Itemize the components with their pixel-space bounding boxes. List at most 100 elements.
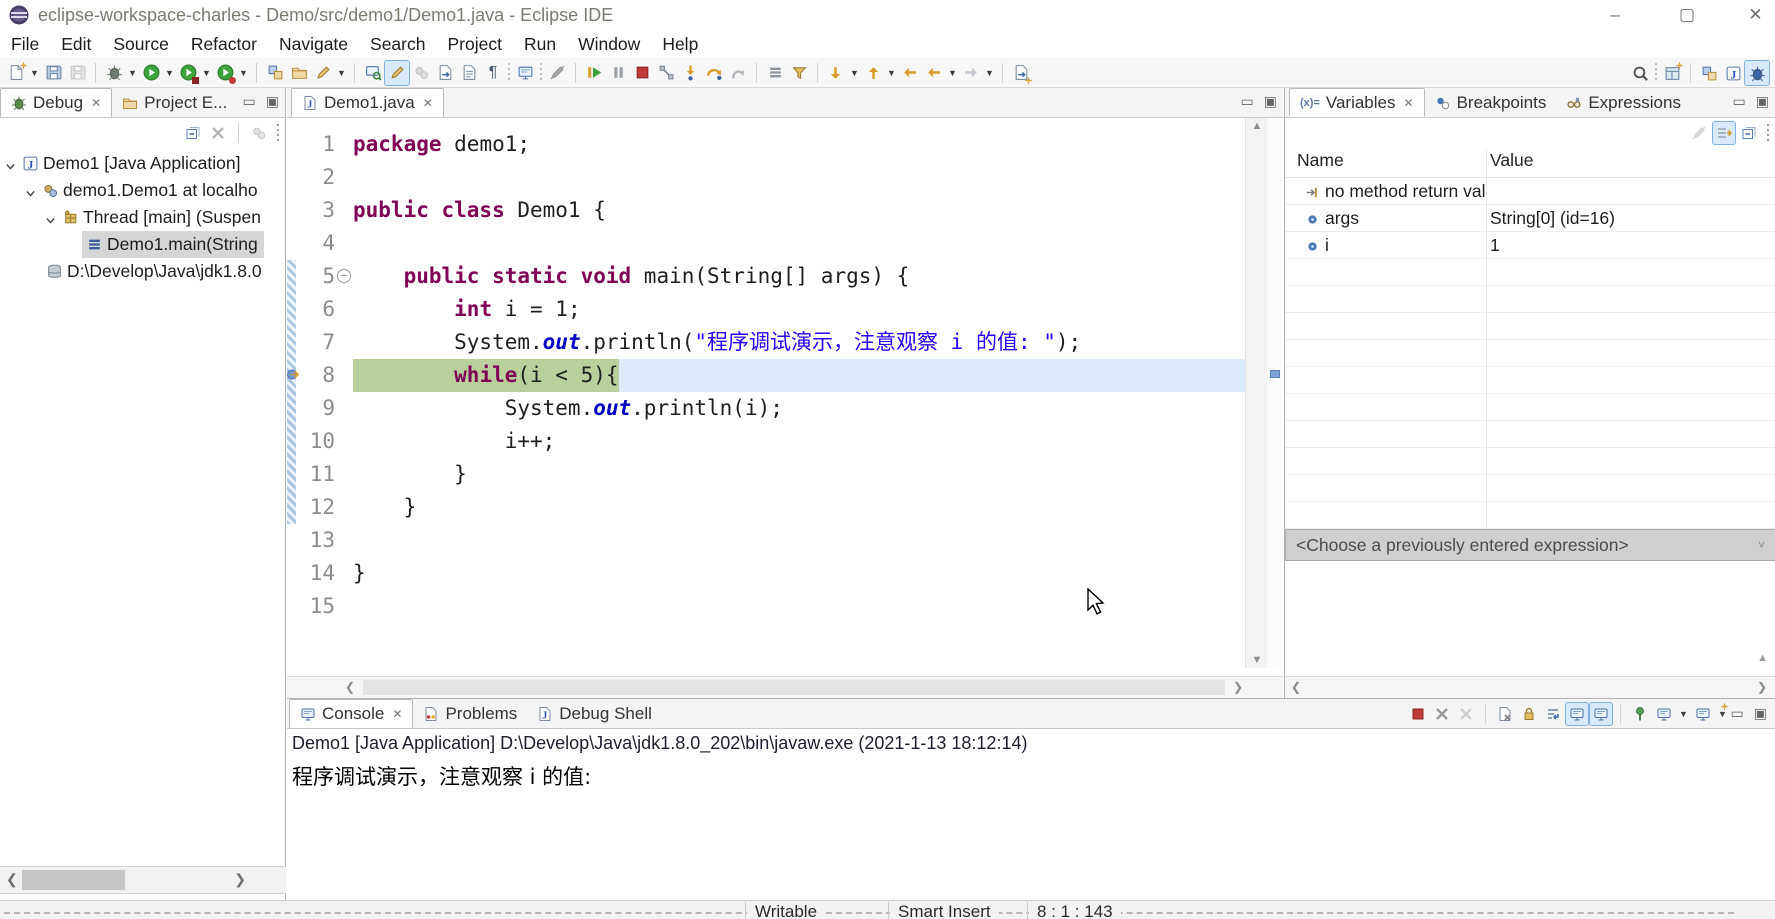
maximize-view-icon[interactable]: ▣ xyxy=(1264,93,1277,110)
menu-help[interactable]: Help xyxy=(651,30,709,58)
save-icon[interactable] xyxy=(41,61,65,85)
pin-editor-icon[interactable] xyxy=(1009,61,1033,85)
variable-row-i[interactable]: i 1 xyxy=(1285,232,1775,259)
highlight-occurrences-icon[interactable] xyxy=(385,61,409,85)
tab-console[interactable]: Console ✕ xyxy=(289,699,413,728)
minimize-view-icon[interactable]: ▭ xyxy=(1731,705,1744,722)
tab-breakpoints[interactable]: Breakpoints xyxy=(1425,88,1557,117)
doc-lines-icon[interactable] xyxy=(457,61,481,85)
tab-expressions[interactable]: Expressions xyxy=(1556,88,1691,117)
last-edit-location-icon[interactable] xyxy=(898,61,922,85)
coverage-icon[interactable] xyxy=(176,61,200,85)
clear-console-icon[interactable] xyxy=(1494,703,1516,725)
coverage-dropdown[interactable]: ▼ xyxy=(200,61,213,85)
external-tools-dropdown[interactable]: ▼ xyxy=(237,61,250,85)
tab-variables[interactable]: (x)= Variables ✕ xyxy=(1289,88,1425,117)
menu-edit[interactable]: Edit xyxy=(50,30,102,58)
menu-project[interactable]: Project xyxy=(436,30,512,58)
console-dropdown[interactable]: ▼ xyxy=(1677,702,1690,726)
back-icon[interactable] xyxy=(922,61,946,85)
menu-source[interactable]: Source xyxy=(102,30,179,58)
open-type-icon[interactable] xyxy=(263,61,287,85)
disconnect-icon[interactable] xyxy=(654,61,678,85)
external-tools-icon[interactable] xyxy=(213,61,237,85)
previous-annotation-icon[interactable] xyxy=(861,61,885,85)
show-logical-structures-icon[interactable] xyxy=(1713,122,1735,144)
doc-arrows-icon[interactable] xyxy=(433,61,457,85)
scroll-up-icon[interactable]: ▲ xyxy=(1757,652,1768,664)
tab-problems[interactable]: Problems xyxy=(413,699,527,728)
step-return-icon[interactable] xyxy=(726,61,750,85)
console-view-icon[interactable] xyxy=(513,61,537,85)
show-type-names-icon[interactable] xyxy=(1688,122,1710,144)
pin-console-icon[interactable] xyxy=(1629,703,1651,725)
editor-hscrollbar[interactable]: ❮ ❯ xyxy=(287,676,1283,698)
debug-perspective-icon[interactable] xyxy=(1745,61,1769,85)
close-icon[interactable]: ✕ xyxy=(392,707,402,721)
menu-run[interactable]: Run xyxy=(513,30,567,58)
variable-row-args[interactable]: args String[0] (id=16) xyxy=(1285,205,1775,232)
menu-file[interactable]: File xyxy=(0,30,50,58)
maximize-view-icon[interactable]: ▣ xyxy=(266,93,279,110)
minimize-view-icon[interactable]: ▭ xyxy=(1241,93,1254,110)
wand-icon[interactable] xyxy=(311,61,335,85)
open-perspective-icon[interactable] xyxy=(1660,61,1684,85)
tree-item-vm[interactable]: demo1.Demo1 at localho xyxy=(0,177,285,204)
menu-navigate[interactable]: Navigate xyxy=(268,30,359,58)
scroll-right-icon[interactable]: ❯ xyxy=(234,871,246,888)
skip-all-breakpoints-icon[interactable] xyxy=(763,61,787,85)
view-menu-icon[interactable] xyxy=(277,124,279,142)
forward-dropdown[interactable]: ▼ xyxy=(983,61,996,85)
scrollbar-thumb[interactable] xyxy=(22,870,125,890)
maximize-view-icon[interactable]: ▣ xyxy=(1756,93,1769,110)
column-name[interactable]: Name xyxy=(1285,150,1486,177)
fold-marker-icon[interactable]: − xyxy=(337,269,351,283)
resource-perspective-icon[interactable] xyxy=(1697,61,1721,85)
code-editor[interactable]: 12 34 56 78 910 1112 1314 15 − package d… xyxy=(287,118,1283,668)
close-icon[interactable]: ✕ xyxy=(1404,96,1414,110)
forward-icon[interactable] xyxy=(959,61,983,85)
wand-dropdown[interactable]: ▼ xyxy=(335,61,348,85)
no-edit-icon[interactable] xyxy=(545,61,569,85)
tree-item-jre[interactable]: D:\Develop\Java\jdk1.8.0 xyxy=(0,258,285,285)
show-on-stdout-icon[interactable] xyxy=(1566,703,1588,725)
previous-annotation-dropdown[interactable]: ▼ xyxy=(885,61,898,85)
chevron-down-icon[interactable] xyxy=(44,211,58,225)
editor-vscrollbar[interactable]: ▲ ▼ xyxy=(1245,118,1267,668)
pilcrow-icon[interactable]: ¶ xyxy=(481,61,505,85)
expression-dropdown[interactable]: <Choose a previously entered expression>… xyxy=(1285,529,1775,561)
scrollbar-thumb[interactable] xyxy=(363,680,1225,695)
scroll-left-icon[interactable]: ❮ xyxy=(345,680,355,694)
debug-panel-hscrollbar[interactable]: ❮ ❯ xyxy=(0,866,286,894)
monitor-search-icon[interactable] xyxy=(361,61,385,85)
step-into-icon[interactable] xyxy=(678,61,702,85)
open-console-icon[interactable] xyxy=(1692,703,1714,725)
tab-debug-shell[interactable]: Debug Shell xyxy=(527,699,662,728)
run-dropdown[interactable]: ▼ xyxy=(163,61,176,85)
run-icon[interactable] xyxy=(139,61,163,85)
scroll-right-icon[interactable]: ❯ xyxy=(1233,680,1243,694)
scroll-right-icon[interactable]: ❯ xyxy=(1757,680,1767,694)
tab-debug[interactable]: Debug ✕ xyxy=(0,88,112,117)
chevron-down-icon[interactable] xyxy=(4,157,18,171)
show-on-stderr-icon[interactable] xyxy=(1590,703,1612,725)
resume-icon[interactable] xyxy=(582,61,606,85)
scroll-lock-icon[interactable] xyxy=(1518,703,1540,725)
next-annotation-dropdown[interactable]: ▼ xyxy=(848,61,861,85)
open-resource-icon[interactable] xyxy=(287,61,311,85)
tree-item-stack-frame[interactable]: Demo1.main(String xyxy=(0,231,285,258)
debug-icon[interactable] xyxy=(102,61,126,85)
step-over-icon[interactable] xyxy=(702,61,726,85)
chevron-down-icon[interactable]: ˅ xyxy=(1758,538,1765,552)
back-dropdown[interactable]: ▼ xyxy=(946,61,959,85)
minimize-window-button[interactable]: – xyxy=(1592,0,1638,30)
scroll-left-icon[interactable]: ❮ xyxy=(6,871,18,888)
scroll-left-icon[interactable]: ❮ xyxy=(1291,680,1301,694)
save-all-icon[interactable] xyxy=(65,61,89,85)
editor-area[interactable]: Demo1.java ✕ ▭ ▣ 12 34 56 78 910 1112 13… xyxy=(287,88,1283,698)
remove-all-terminated-icon[interactable] xyxy=(1455,703,1477,725)
word-wrap-icon[interactable] xyxy=(1542,703,1564,725)
tab-project-explorer[interactable]: Project E... xyxy=(112,88,237,117)
current-line-marker[interactable] xyxy=(1270,370,1280,378)
debug-dropdown[interactable]: ▼ xyxy=(126,61,139,85)
